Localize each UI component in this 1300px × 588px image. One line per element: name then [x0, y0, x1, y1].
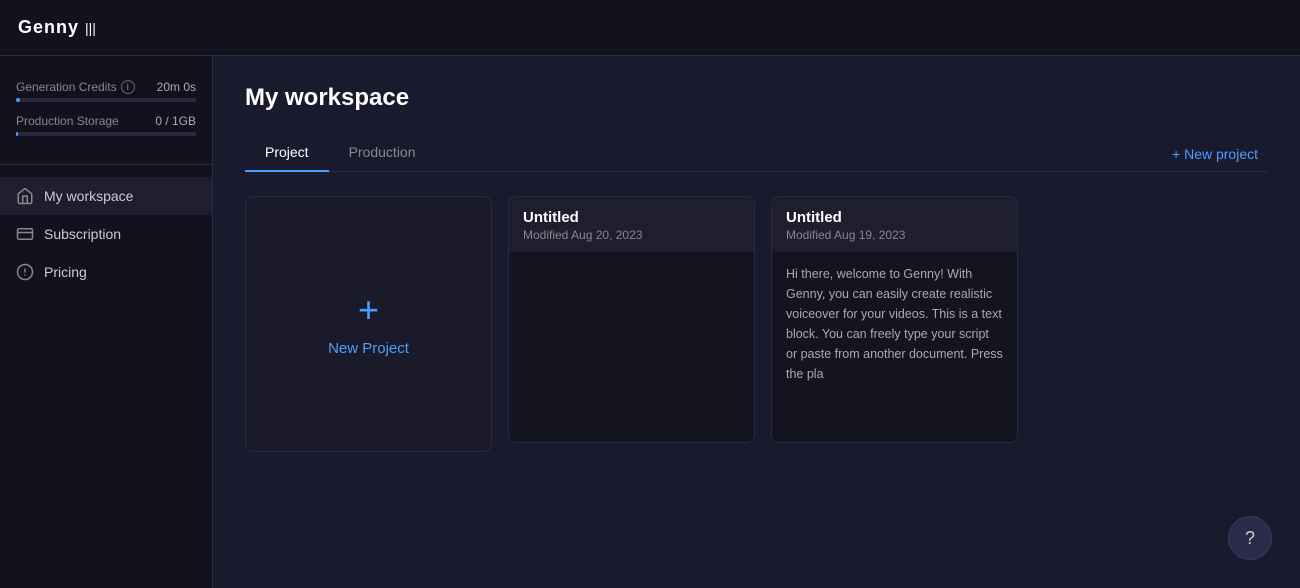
- pricing-icon: [16, 263, 34, 281]
- card-1-title: Untitled: [523, 209, 740, 226]
- new-project-card[interactable]: + New Project: [245, 196, 492, 452]
- sidebar-item-subscription[interactable]: Subscription: [0, 215, 212, 253]
- subscription-icon: [16, 225, 34, 243]
- content-area: My workspace Project Production + New pr…: [213, 56, 1300, 588]
- tabs-bar: Project Production + New project: [245, 136, 1268, 172]
- sidebar-item-label-my-workspace: My workspace: [44, 188, 133, 204]
- project-card-1[interactable]: Untitled Modified Aug 20, 2023: [508, 196, 755, 443]
- logo-icon: |||: [85, 20, 96, 36]
- logo: Genny |||: [18, 17, 96, 38]
- credits-value: 20m 0s: [157, 80, 196, 94]
- tab-project[interactable]: Project: [245, 136, 329, 172]
- card-2-header: Untitled Modified Aug 19, 2023: [772, 197, 1017, 252]
- new-project-card-label: New Project: [328, 340, 409, 357]
- nav-items: My workspace Subscription: [0, 173, 212, 572]
- storage-value: 0 / 1GB: [155, 114, 196, 128]
- storage-fill: [16, 132, 18, 136]
- info-icon[interactable]: i: [121, 80, 135, 94]
- credits-section: Generation Credits i 20m 0s Production S…: [0, 72, 212, 165]
- storage-progress: [16, 132, 196, 136]
- page-title: My workspace: [245, 84, 1268, 112]
- sidebar-item-pricing[interactable]: Pricing: [0, 253, 212, 291]
- card-2-date: Modified Aug 19, 2023: [786, 228, 1003, 242]
- card-1-preview: [509, 252, 754, 442]
- sidebar: Generation Credits i 20m 0s Production S…: [0, 56, 213, 588]
- main-layout: Generation Credits i 20m 0s Production S…: [0, 56, 1300, 588]
- card-1-date: Modified Aug 20, 2023: [523, 228, 740, 242]
- credits-label: Generation Credits i: [16, 80, 135, 94]
- generation-credits-fill: [16, 98, 20, 102]
- card-2-preview: Hi there, welcome to Genny! With Genny, …: [772, 252, 1017, 442]
- tab-production[interactable]: Production: [329, 136, 436, 172]
- new-project-button[interactable]: + New project: [1162, 140, 1268, 168]
- card-1-header: Untitled Modified Aug 20, 2023: [509, 197, 754, 252]
- generation-credits-progress: [16, 98, 196, 102]
- plus-icon: +: [358, 292, 379, 328]
- sidebar-item-my-workspace[interactable]: My workspace: [0, 177, 212, 215]
- logo-text: Genny: [18, 17, 79, 38]
- storage-row: Production Storage 0 / 1GB: [16, 114, 196, 128]
- storage-label: Production Storage: [16, 114, 119, 128]
- topbar: Genny |||: [0, 0, 1300, 56]
- card-2-title: Untitled: [786, 209, 1003, 226]
- project-card-2[interactable]: Untitled Modified Aug 19, 2023 Hi there,…: [771, 196, 1018, 443]
- credits-row: Generation Credits i 20m 0s: [16, 80, 196, 94]
- cards-grid: + New Project Untitled Modified Aug 20, …: [245, 196, 1268, 452]
- sidebar-item-label-pricing: Pricing: [44, 264, 87, 280]
- sidebar-item-label-subscription: Subscription: [44, 226, 121, 242]
- help-button[interactable]: ?: [1228, 516, 1272, 560]
- home-icon: [16, 187, 34, 205]
